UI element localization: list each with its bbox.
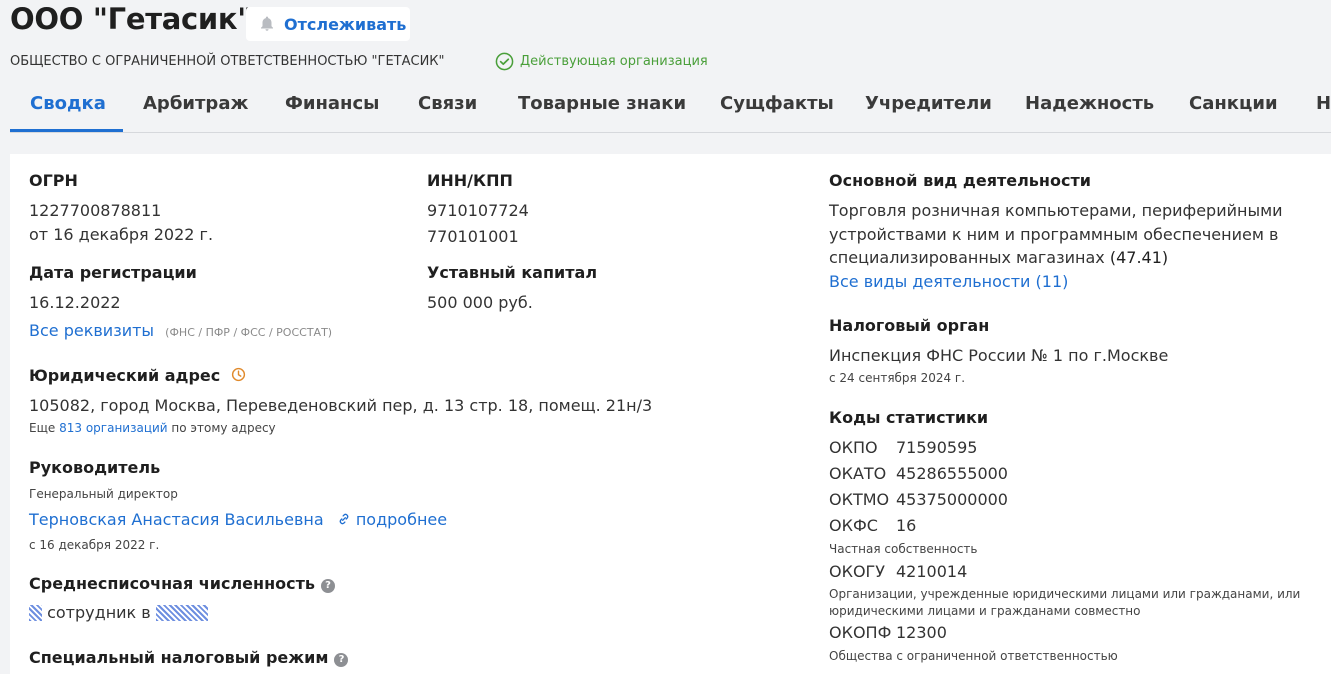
stat-codes-label: Коды статистики: [829, 408, 989, 427]
okogu-desc1: Организации, учрежденные юридическими ли…: [829, 587, 1301, 601]
tab-connections[interactable]: Связи: [418, 93, 477, 114]
tax-office-since: с 24 сентября 2024 г.: [829, 371, 966, 385]
inn-label: ИНН/КПП: [427, 171, 513, 190]
reg-date-value: 16.12.2022: [29, 293, 121, 312]
address-orgs-link[interactable]: 813 организаций: [59, 421, 167, 435]
active-tab-underline: [10, 129, 123, 132]
tab-reliability[interactable]: Надежность: [1025, 93, 1154, 114]
summary-card: ОГРН 1227700878811 от 16 декабря 2022 г.…: [10, 154, 1331, 674]
tab-founders[interactable]: Учредители: [865, 93, 992, 114]
activity-label: Основной вид деятельности: [829, 171, 1091, 190]
reg-date-label: Дата регистрации: [29, 263, 197, 282]
follow-button[interactable]: Отслеживать: [246, 7, 410, 41]
employees-label: Среднесписочная численность?: [29, 574, 336, 593]
hidden-year[interactable]: [155, 605, 208, 621]
activity-line1: Торговля розничная компьютерами, перифер…: [829, 201, 1283, 220]
all-activities-link[interactable]: Все виды деятельности (11): [829, 272, 1068, 291]
head-more-link[interactable]: подробнее: [356, 510, 447, 529]
tab-more[interactable]: Н: [1316, 93, 1331, 114]
tab-facts[interactable]: Сущфакты: [720, 93, 834, 114]
tab-sanctions[interactable]: Санкции: [1189, 93, 1278, 114]
requisites-note: (ФНС / ПФР / ФСС / РОССТАТ): [165, 326, 333, 339]
ogrn-label: ОГРН: [29, 171, 78, 190]
inn-value: 9710107724: [427, 201, 529, 220]
head-name-link[interactable]: Терновская Анастасия Васильевна: [29, 510, 324, 529]
activity-code: (47.41): [1109, 248, 1169, 267]
all-requisites-link[interactable]: Все реквизиты: [29, 321, 154, 340]
head-label: Руководитель: [29, 458, 161, 477]
company-full-name: ОБЩЕСТВО С ОГРАНИЧЕННОЙ ОТВЕТСТВЕННОСТЬЮ…: [10, 54, 445, 69]
okfs-desc: Частная собственность: [829, 542, 978, 556]
company-title: ООО "Гетасик": [10, 2, 253, 36]
tab-trademarks[interactable]: Товарные знаки: [518, 93, 686, 114]
capital-label: Уставный капитал: [427, 263, 598, 282]
bell-icon: [261, 16, 273, 31]
help-icon[interactable]: ?: [321, 579, 336, 593]
tab-arbitration[interactable]: Арбитраж: [143, 93, 248, 114]
okogu-desc2: юридическими лицами и гражданами совмест…: [829, 604, 1141, 618]
tab-bar: Сводка Арбитраж Финансы Связи Товарные з…: [10, 84, 1331, 133]
follow-label: Отслеживать: [284, 14, 407, 34]
okopf-desc: Общества с ограниченной ответственностью: [829, 649, 1118, 663]
ogrn-value: 1227700878811: [29, 201, 162, 220]
tab-finance[interactable]: Финансы: [285, 93, 379, 114]
head-position: Генеральный директор: [29, 487, 178, 501]
address-more: Еще 813 организаций по этому адресу: [29, 421, 276, 435]
okato-row: ОКАТО 45286555000: [829, 464, 1008, 483]
status-badge: Действующая организация: [495, 52, 708, 71]
kpp-value: 770101001: [427, 227, 519, 246]
ogrn-date: от 16 декабря 2022 г.: [29, 225, 214, 244]
status-text: Действующая организация: [520, 54, 708, 69]
employees-value: сотрудник в: [29, 603, 208, 622]
activity-line2: устройствами к ним и программным обеспеч…: [829, 225, 1279, 244]
address-value: 105082, город Москва, Переведеновский пе…: [29, 396, 653, 415]
clock-icon[interactable]: [231, 367, 246, 382]
okfs-row: ОКФС 16: [829, 516, 917, 535]
hidden-count[interactable]: [29, 605, 42, 621]
tab-summary[interactable]: Сводка: [30, 93, 106, 114]
link-icon: [339, 513, 349, 525]
address-label: Юридический адрес: [29, 366, 246, 385]
requisites: Все реквизиты (ФНС / ПФР / ФСС / РОССТАТ…: [29, 321, 332, 340]
head-row: Терновская Анастасия Васильевна подробне…: [29, 510, 447, 529]
oktmo-row: ОКТМО 45375000000: [829, 490, 1008, 509]
tax-office-value: Инспекция ФНС России № 1 по г.Москве: [829, 346, 1169, 365]
capital-value: 500 000 руб.: [427, 293, 533, 312]
page-header: ООО "Гетасик" Отслеживать ОБЩЕСТВО С ОГР…: [0, 0, 1331, 152]
activity-line3: специализированных магазинах (47.41): [829, 248, 1169, 267]
tax-office-label: Налоговый орган: [829, 316, 990, 335]
check-circle-icon: [495, 52, 514, 71]
head-since: с 16 декабря 2022 г.: [29, 538, 160, 552]
tax-regime-label: Специальный налоговый режим?: [29, 648, 349, 667]
okogu-row: ОКОГУ 4210014: [829, 562, 968, 581]
okopf-row: ОКОПФ 12300: [829, 623, 947, 642]
okpo-row: ОКПО 71590595: [829, 438, 978, 457]
